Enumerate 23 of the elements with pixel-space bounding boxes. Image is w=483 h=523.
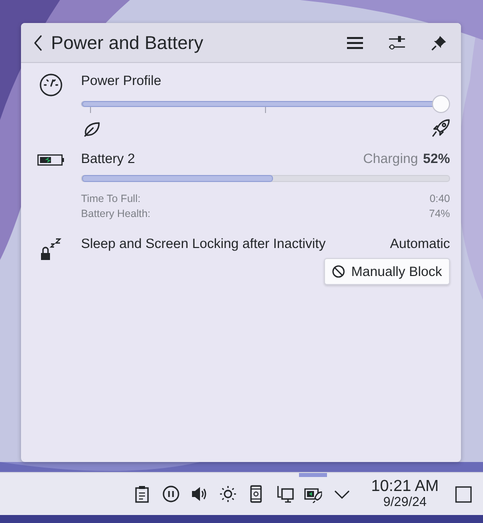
leaf-icon bbox=[83, 121, 101, 137]
clock-date[interactable]: 9/29/24 bbox=[383, 495, 427, 509]
charging-status: Charging bbox=[363, 151, 418, 166]
battery-percentage: 52% bbox=[422, 151, 450, 166]
inhibition-label: Sleep and Screen Locking after Inactivity bbox=[81, 236, 326, 251]
show-desktop-icon[interactable] bbox=[454, 484, 473, 504]
inhibition-mode: Automatic bbox=[390, 236, 450, 251]
clock-time[interactable]: 10:21 AM bbox=[371, 479, 439, 495]
battery-charging-icon bbox=[37, 154, 65, 166]
rocket-icon bbox=[432, 119, 450, 137]
manually-block-button[interactable]: Manually Block bbox=[324, 258, 450, 285]
detail-label: Battery Health: bbox=[81, 207, 150, 222]
power-profile-slider[interactable] bbox=[81, 95, 450, 113]
detail-label: Time To Full: bbox=[81, 192, 141, 207]
detail-value: 74% bbox=[428, 207, 450, 222]
sleep-lock-icon bbox=[38, 236, 64, 262]
back-icon[interactable] bbox=[33, 34, 43, 50]
battery-name: Battery 2 bbox=[81, 151, 136, 166]
detail-value: 0:40 bbox=[430, 192, 450, 207]
speedometer-icon bbox=[39, 73, 63, 97]
power-profile-label: Power Profile bbox=[81, 73, 162, 88]
block-icon bbox=[332, 265, 346, 278]
window-title: Power and Battery bbox=[51, 32, 204, 54]
